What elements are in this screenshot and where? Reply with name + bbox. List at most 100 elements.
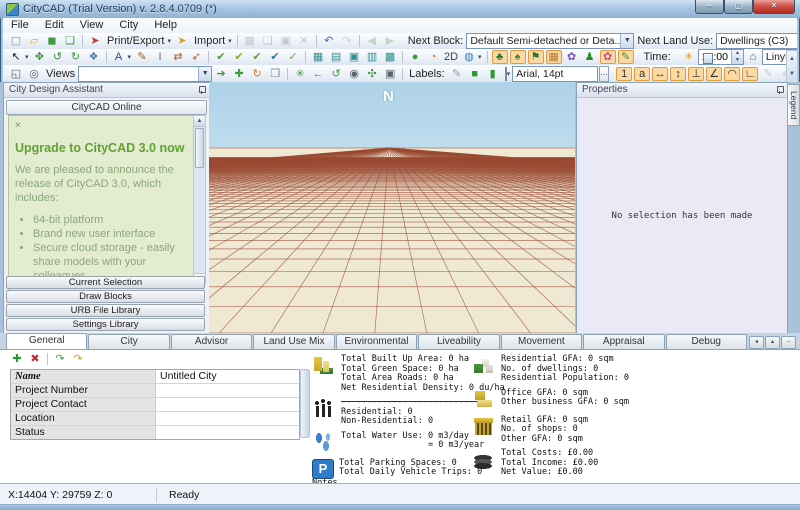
draw-route-tool-icon[interactable]: ✎ xyxy=(134,50,150,64)
tab-collapse-button[interactable]: – xyxy=(781,336,796,349)
delete-icon[interactable]: ✕ xyxy=(296,34,312,48)
minimize-button[interactable]: – xyxy=(695,0,724,14)
views-combo[interactable]: ▼ xyxy=(78,66,212,82)
tab-environmental[interactable]: Environmental xyxy=(336,334,417,349)
copy-icon[interactable]: ❏ xyxy=(260,34,276,48)
zoom-tool-icon[interactable]: ◎ xyxy=(26,67,42,81)
draw-block-5-icon[interactable]: ✓ xyxy=(285,50,301,64)
chevron-down-icon[interactable]: ▾ xyxy=(128,53,132,61)
section-tool-icon[interactable]: I xyxy=(152,50,168,64)
flower-tool-icon[interactable]: ✿ xyxy=(564,50,580,64)
measure-letter-icon[interactable]: a xyxy=(634,67,650,81)
menu-city[interactable]: City xyxy=(111,18,146,33)
curved-arrow-green-button[interactable]: ↷ xyxy=(52,352,68,366)
measure-arc-icon[interactable]: ◠ xyxy=(724,67,740,81)
open-folder-icon[interactable]: ▱ xyxy=(26,34,42,48)
scroll-up-icon[interactable]: ▲ xyxy=(194,116,205,127)
property-value[interactable] xyxy=(156,398,299,411)
3d-viewport[interactable]: N xyxy=(209,82,575,333)
annotate-pen-icon[interactable]: ✎ xyxy=(760,67,776,81)
tab-scroll-left-button[interactable]: ◂ xyxy=(749,336,764,349)
look-around-icon[interactable]: ◉ xyxy=(346,67,362,81)
tab-general[interactable]: General xyxy=(6,333,87,349)
block-columns-icon[interactable]: ▥ xyxy=(364,50,380,64)
tab-expand-button[interactable]: ▴ xyxy=(765,336,780,349)
print-export-button-label[interactable]: Print/Export xyxy=(107,35,164,47)
next-land-use-combo[interactable]: Dwellings (C3) ▼ xyxy=(716,33,797,49)
surface-tool-icon[interactable]: ▦ xyxy=(546,50,562,64)
pan-tool-icon[interactable]: ❖ xyxy=(86,50,102,64)
chevron-down-icon[interactable]: ▾ xyxy=(228,37,232,45)
move-tool-icon[interactable]: ✥ xyxy=(32,50,48,64)
save-all-icon[interactable]: ❏ xyxy=(62,34,78,48)
tree-tool-icon[interactable]: ♣ xyxy=(492,50,508,64)
add-row-button[interactable]: ✚ xyxy=(9,352,25,366)
panel-button-settings-library[interactable]: Settings Library xyxy=(6,318,205,331)
menu-help[interactable]: Help xyxy=(146,18,185,33)
tab-citycad-online[interactable]: CityCAD Online xyxy=(6,100,207,115)
step-forward-icon[interactable]: ▶ xyxy=(382,34,398,48)
walk-view-icon[interactable]: ✣ xyxy=(364,67,380,81)
chevron-down-icon[interactable]: ▼ xyxy=(198,67,211,81)
notice-scrollbar[interactable]: ▲ ▼ xyxy=(193,115,206,285)
chevron-down-icon[interactable]: ▾ xyxy=(25,53,29,61)
maximize-button[interactable]: ▢ xyxy=(724,0,753,14)
measure-corner-icon[interactable]: ∟ xyxy=(742,67,758,81)
measure-width-icon[interactable]: ↔ xyxy=(652,67,668,81)
screen-view-icon[interactable]: ▣ xyxy=(382,67,398,81)
step-back-icon[interactable]: ◀ xyxy=(364,34,380,48)
duplicate-icon[interactable]: ▣ xyxy=(278,34,294,48)
rotate-ccw-tool-icon[interactable]: ↺ xyxy=(50,50,66,64)
landmark-tool-icon[interactable]: ✿ xyxy=(600,50,616,64)
paint-tool-icon[interactable]: ✎ xyxy=(618,50,634,64)
property-value[interactable] xyxy=(156,412,299,425)
tab-legend[interactable]: Legend xyxy=(787,84,800,126)
print-export-button[interactable]: ➤ xyxy=(87,34,103,48)
chevron-down-icon[interactable]: ▼ xyxy=(620,34,633,48)
clock-icon[interactable]: ◔ xyxy=(425,50,441,64)
arrow-tool-icon[interactable]: ➶ xyxy=(188,50,204,64)
curved-arrow-yellow-button[interactable]: ↷ xyxy=(70,352,86,366)
pan-left-icon[interactable]: ← xyxy=(310,67,326,81)
rotate-cw-tool-icon[interactable]: ↻ xyxy=(68,50,84,64)
globe-icon[interactable]: ◍ xyxy=(461,50,477,64)
paste-icon[interactable]: ▦ xyxy=(242,34,258,48)
block-insert-icon[interactable]: ▣ xyxy=(346,50,362,64)
panel-button-draw-blocks[interactable]: Draw Blocks xyxy=(6,290,205,303)
pin-icon[interactable] xyxy=(776,86,783,94)
close-icon[interactable]: × xyxy=(15,120,197,131)
undo-icon[interactable]: ↶ xyxy=(321,34,337,48)
close-button[interactable]: ✕ xyxy=(753,0,795,14)
toolbar-overflow-button[interactable]: ▲▼ xyxy=(786,50,798,83)
panel-button-current-selection[interactable]: Current Selection xyxy=(6,276,205,289)
label-pen-icon[interactable]: ✎ xyxy=(449,67,465,81)
tab-land-use-mix[interactable]: Land Use Mix xyxy=(253,334,334,349)
tab-city[interactable]: City xyxy=(88,334,169,349)
tab-advisor[interactable]: Advisor xyxy=(171,334,252,349)
redo-icon[interactable]: ↷ xyxy=(339,34,355,48)
property-grid-scrollbar[interactable] xyxy=(300,369,310,438)
next-block-combo[interactable]: Default Semi-detached or Deta... ▼ xyxy=(466,33,634,49)
chevron-down-icon[interactable]: ▾ xyxy=(478,53,482,61)
chevron-down-icon[interactable]: ▾ xyxy=(507,70,511,78)
view-add-icon[interactable]: ✚ xyxy=(231,67,247,81)
menu-edit[interactable]: Edit xyxy=(37,18,72,33)
view-refresh-icon[interactable]: ↻ xyxy=(249,67,265,81)
import-button[interactable]: ➤ xyxy=(174,34,190,48)
slider-thumb[interactable] xyxy=(703,53,713,64)
label-font-box[interactable]: Arial, 14pt xyxy=(512,66,598,82)
select-tool-icon[interactable]: ↖ xyxy=(8,50,24,64)
tab-movement[interactable]: Movement xyxy=(501,334,582,349)
property-value[interactable] xyxy=(156,426,299,439)
flip-tool-icon[interactable]: ⇄ xyxy=(170,50,186,64)
tab-debug[interactable]: Debug xyxy=(666,334,747,349)
measure-scale-icon[interactable]: ⊥ xyxy=(688,67,704,81)
draw-block-4-icon[interactable]: ✔ xyxy=(267,50,283,64)
shrub-tool-icon[interactable]: ♠ xyxy=(510,50,526,64)
delete-row-button[interactable]: ✖ xyxy=(27,352,43,366)
draw-block-1-icon[interactable]: ✔ xyxy=(213,50,229,64)
orbit-view-icon[interactable]: ↺ xyxy=(328,67,344,81)
measure-number-icon[interactable]: 1 xyxy=(616,67,632,81)
chevron-down-icon[interactable]: ▾ xyxy=(167,37,171,45)
font-picker-button[interactable]: … xyxy=(599,66,609,82)
